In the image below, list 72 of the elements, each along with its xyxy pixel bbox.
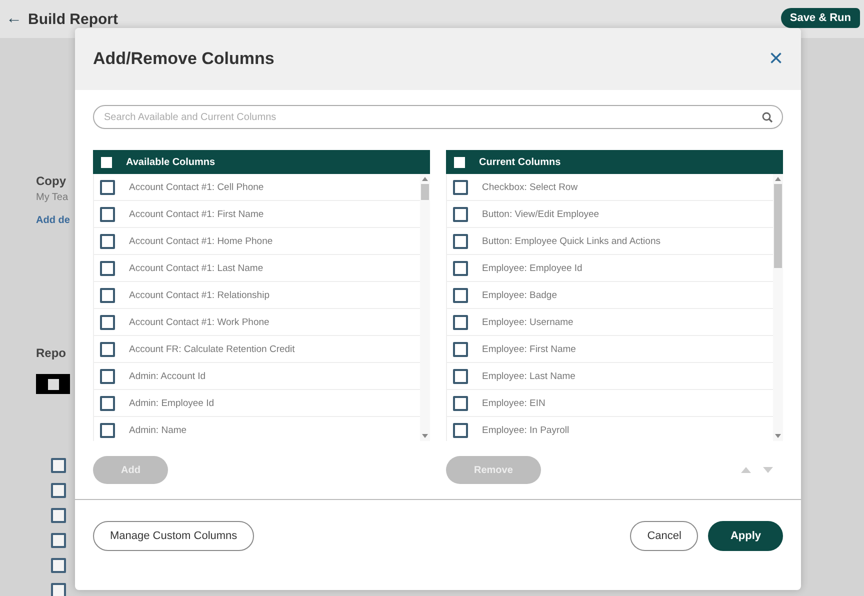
column-name[interactable]: Employee: Last Name: [482, 370, 576, 382]
column-name[interactable]: Employee: Badge: [482, 290, 557, 300]
column-name[interactable]: Employee: EIN: [482, 398, 546, 408]
column-name[interactable]: Employee: In Payroll: [482, 424, 570, 436]
checkbox[interactable]: [100, 396, 115, 410]
checkbox[interactable]: [100, 206, 115, 222]
dialog-title: Add/Remove Columns: [93, 49, 276, 69]
section-text: My Tea: [36, 192, 68, 203]
checkbox[interactable]: [453, 368, 468, 384]
search-field[interactable]: Search Available and Current Columns: [93, 105, 783, 129]
column-name[interactable]: Account Contact #1: Cell Phone: [129, 182, 264, 192]
checkbox[interactable]: [100, 180, 115, 194]
checkbox[interactable]: [51, 533, 66, 548]
checkbox[interactable]: [453, 288, 468, 302]
scroll-down-icon[interactable]: [422, 434, 428, 438]
scrollbar-thumb[interactable]: [774, 184, 782, 268]
checkbox[interactable]: [51, 583, 66, 596]
column-name[interactable]: Employee: First Name: [482, 344, 576, 354]
column-name[interactable]: Account Contact #1: Relationship: [129, 290, 270, 300]
scroll-up-icon[interactable]: [775, 177, 781, 181]
column-name[interactable]: Admin: Account Id: [129, 370, 206, 382]
search-icon: [762, 112, 773, 123]
section-heading: Repo: [36, 346, 66, 360]
scrollbar[interactable]: [420, 174, 430, 441]
column-name[interactable]: Admin: Name: [129, 424, 187, 436]
checkbox[interactable]: [100, 260, 115, 276]
section-heading: Copy: [36, 174, 66, 188]
column-name[interactable]: Account Contact #1: Last Name: [129, 262, 264, 274]
checkbox[interactable]: [453, 422, 468, 438]
list-title: Available Columns: [126, 156, 216, 168]
checkbox[interactable]: [100, 368, 115, 384]
checkbox[interactable]: [453, 260, 468, 276]
checkbox[interactable]: [453, 206, 468, 222]
scroll-up-icon[interactable]: [422, 177, 428, 181]
checkbox[interactable]: [100, 314, 115, 330]
column-name[interactable]: Account FR: Calculate Retention Credit: [129, 344, 295, 354]
checkbox[interactable]: [453, 396, 468, 410]
column-name[interactable]: Employee: Employee Id: [482, 262, 582, 274]
checkbox[interactable]: [51, 483, 66, 498]
checkbox[interactable]: [51, 508, 66, 523]
column-name[interactable]: Employee: Username: [482, 316, 574, 328]
column-name[interactable]: Button: View/Edit Employee: [482, 208, 600, 220]
scroll-down-icon[interactable]: [775, 434, 781, 438]
column-name[interactable]: Admin: Employee Id: [129, 398, 214, 408]
checkbox[interactable]: [100, 342, 115, 356]
page-title: Build Report: [28, 10, 118, 28]
table-header: [36, 374, 70, 394]
column-name[interactable]: Button: Employee Quick Links and Actions: [482, 236, 660, 246]
checkbox[interactable]: [453, 180, 468, 194]
column-name[interactable]: Checkbox: Select Row: [482, 182, 578, 192]
checkbox[interactable]: [51, 558, 66, 573]
select-all-checkbox[interactable]: [101, 156, 112, 168]
column-name[interactable]: Account Contact #1: Work Phone: [129, 316, 270, 328]
manage-custom-columns-button[interactable]: Manage Custom Columns: [93, 521, 254, 551]
save-and-run-button[interactable]: Save & Run: [780, 8, 860, 28]
list-title: Current Columns: [479, 156, 561, 168]
select-all-checkbox[interactable]: [454, 156, 465, 168]
column-name[interactable]: Account Contact #1: Home Phone: [129, 236, 273, 246]
scrollbar[interactable]: [773, 174, 783, 441]
column-name[interactable]: Account Contact #1: First Name: [129, 208, 264, 220]
checkbox[interactable]: [453, 314, 468, 330]
checkbox[interactable]: [51, 458, 66, 473]
checkbox[interactable]: [453, 342, 468, 356]
scrollbar-thumb[interactable]: [421, 184, 429, 200]
add-link[interactable]: Add de: [36, 215, 70, 226]
back-arrow-icon[interactable]: ←: [6, 10, 22, 28]
cancel-button[interactable]: Cancel: [630, 521, 698, 551]
checkbox[interactable]: [100, 422, 115, 438]
apply-button[interactable]: Apply: [708, 521, 783, 551]
checkbox[interactable]: [453, 234, 468, 248]
checkbox[interactable]: [100, 288, 115, 302]
checkbox[interactable]: [100, 234, 115, 248]
